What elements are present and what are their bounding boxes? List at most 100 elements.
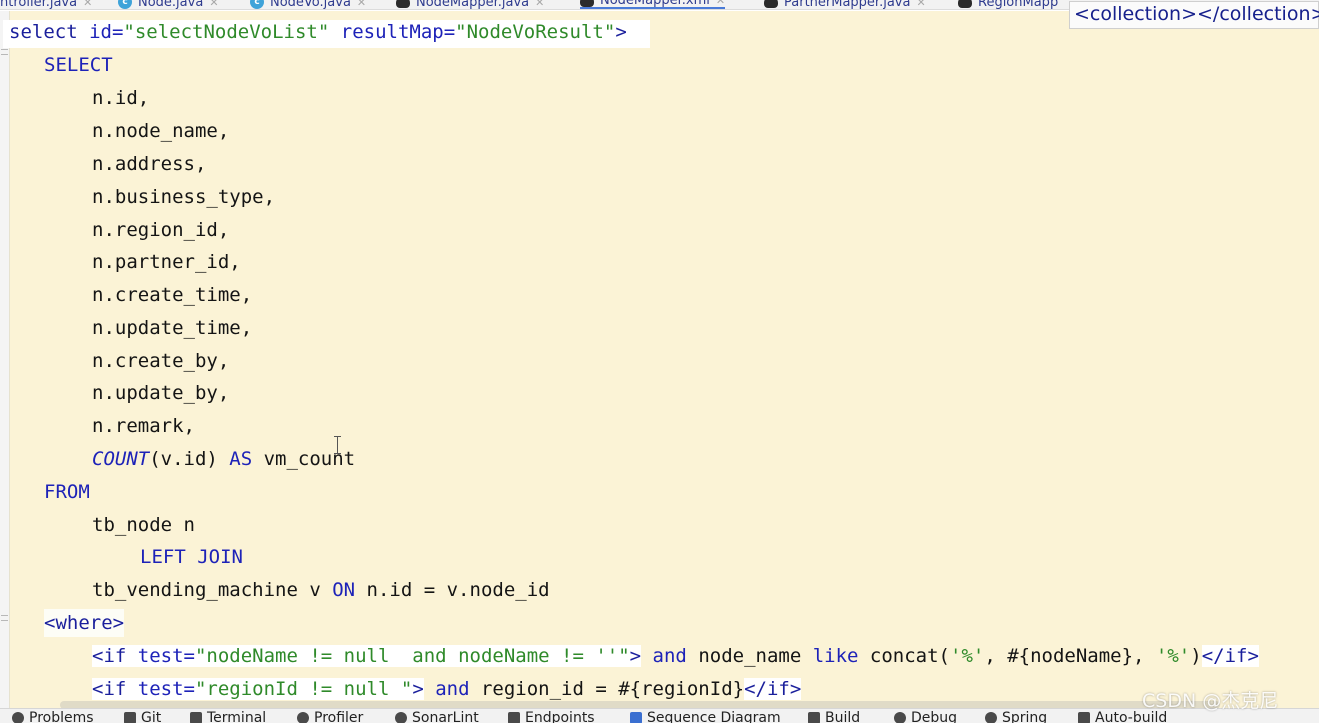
tab-label: NodeMapper.xml <box>600 0 710 8</box>
tool-git[interactable]: Git <box>124 710 161 723</box>
code-token: id= <box>89 21 124 43</box>
tool-sequence-diagram[interactable]: Sequence Diagram <box>630 710 781 723</box>
code-editor[interactable]: select id="selectNodeVoList" resultMap="… <box>0 11 1319 708</box>
code-line-18[interactable]: tb_vending_machine v ON n.id = v.node_id <box>92 576 550 604</box>
code-line-14[interactable]: COUNT(v.id) AS vm_count <box>92 445 355 473</box>
code-token: <if <box>92 678 138 700</box>
fold-marker[interactable] <box>1 49 8 50</box>
tab-label: PartnerMapper.java <box>784 0 911 10</box>
sonarlint-icon <box>395 712 407 723</box>
tool-spring[interactable]: Spring <box>985 710 1047 723</box>
code-token: concat( <box>858 645 950 667</box>
tool-problems[interactable]: Problems <box>12 710 94 723</box>
horizontal-scrollbar[interactable] <box>60 701 1220 708</box>
fold-marker[interactable] <box>1 615 8 616</box>
tool-build[interactable]: Build <box>808 710 860 723</box>
code-token: "nodeName != null and nodeName != ''" <box>194 645 630 667</box>
code-line-8[interactable]: n.partner_id, <box>92 248 241 276</box>
tab-regionmapper[interactable]: RegionMapp <box>958 0 1059 10</box>
code-line-1[interactable]: select id="selectNodeVoList" resultMap="… <box>9 18 627 46</box>
spring-icon <box>985 712 997 723</box>
code-token: test= <box>137 678 195 700</box>
mybatis-bird-icon <box>764 0 778 8</box>
code-line-21[interactable]: <if test="regionId != null "> and region… <box>92 675 802 703</box>
tool-label: Endpoints <box>525 710 595 723</box>
tab-label: ntroller.java <box>0 0 78 10</box>
code-line-10[interactable]: n.update_time, <box>92 314 252 342</box>
code-token: and <box>423 678 470 700</box>
git-icon <box>124 712 136 723</box>
code-line-16[interactable]: tb_node n <box>92 511 195 539</box>
problems-icon <box>12 712 24 723</box>
tab-nodemapper-xml[interactable]: NodeMapper.xml ✕ <box>580 0 726 9</box>
tab-label: Node.java <box>138 0 204 10</box>
code-token: , #{nodeName}, <box>984 645 1156 667</box>
code-token: tb_vending_machine v <box>92 579 333 601</box>
tab-label: NodeVo.java <box>270 0 351 10</box>
mybatis-bird-icon <box>580 0 594 7</box>
code-token: and <box>641 645 687 667</box>
code-line-6[interactable]: n.business_type, <box>92 183 275 211</box>
class-icon: c <box>118 0 132 9</box>
close-icon[interactable]: ✕ <box>83 0 92 9</box>
tool-label: Problems <box>29 710 94 723</box>
tab-label: NodeMapper.java <box>416 0 530 10</box>
code-token: </if> <box>744 678 802 700</box>
tab-controller-java[interactable]: ntroller.java ✕ <box>0 0 92 10</box>
tool-label: Build <box>825 710 861 723</box>
tab-partnermapper-java[interactable]: PartnerMapper.java ✕ <box>764 0 926 10</box>
tab-node-java[interactable]: c Node.java ✕ <box>118 0 219 10</box>
code-token: '%' <box>1155 645 1191 667</box>
code-line-19[interactable]: <where> <box>44 609 125 637</box>
fold-marker[interactable] <box>1 54 8 55</box>
auto-build-icon <box>1078 712 1090 723</box>
close-icon[interactable]: ✕ <box>209 0 218 9</box>
code-line-4[interactable]: n.node_name, <box>92 117 229 145</box>
tab-nodemapper-java[interactable]: NodeMapper.java ✕ <box>396 0 544 10</box>
build-icon <box>808 712 820 723</box>
code-line-15[interactable]: FROM <box>44 478 90 506</box>
code-line-11[interactable]: n.create_by, <box>92 347 229 375</box>
fold-marker[interactable] <box>1 620 8 621</box>
code-token: ) <box>1190 645 1202 667</box>
tool-sonarlint[interactable]: SonarLint <box>395 710 479 723</box>
close-icon[interactable]: ✕ <box>357 0 366 9</box>
code-token: resultMap= <box>329 21 456 43</box>
debug-icon <box>894 712 906 723</box>
code-token: > <box>629 645 642 667</box>
code-line-9[interactable]: n.create_time, <box>92 281 252 309</box>
tool-profiler[interactable]: Profiler <box>297 710 363 723</box>
code-token: </if> <box>1201 645 1259 667</box>
code-line-2[interactable]: SELECT <box>44 51 113 79</box>
close-icon[interactable]: ✕ <box>916 0 925 9</box>
mybatis-bird-icon <box>396 0 410 8</box>
code-token: "NodeVoResult" <box>455 21 616 43</box>
tool-endpoints[interactable]: Endpoints <box>508 710 595 723</box>
editor-gutter[interactable] <box>0 11 10 708</box>
tool-label: Git <box>141 710 162 723</box>
code-line-7[interactable]: n.region_id, <box>92 216 229 244</box>
code-token: > <box>412 678 424 700</box>
code-token: '%' <box>950 645 985 667</box>
tool-terminal[interactable]: Terminal <box>190 710 266 723</box>
tool-label: Terminal <box>207 710 267 723</box>
tool-label: SonarLint <box>412 710 479 723</box>
endpoints-icon <box>508 712 520 723</box>
code-line-13[interactable]: n.remark, <box>92 412 195 440</box>
code-line-20[interactable]: <if test="nodeName != null and nodeName … <box>92 642 1259 670</box>
code-line-3[interactable]: n.id, <box>92 84 149 112</box>
code-line-5[interactable]: n.address, <box>92 150 206 178</box>
tool-label: Debug <box>911 710 958 723</box>
code-token: test= <box>137 645 195 667</box>
code-token: select <box>9 21 90 43</box>
code-line-17[interactable]: LEFT JOIN <box>140 543 243 571</box>
tab-label: RegionMapp <box>978 0 1059 10</box>
tool-label: Spring <box>1002 710 1048 723</box>
tool-window-bar: Problems Git Terminal Profiler SonarLint… <box>0 708 1319 723</box>
tool-debug[interactable]: Debug <box>894 710 957 723</box>
code-line-12[interactable]: n.update_by, <box>92 379 229 407</box>
tool-label: Sequence Diagram <box>647 710 781 723</box>
close-icon[interactable]: ✕ <box>716 0 725 7</box>
tab-nodevo-java[interactable]: c NodeVo.java ✕ <box>250 0 366 10</box>
close-icon[interactable]: ✕ <box>535 0 544 9</box>
